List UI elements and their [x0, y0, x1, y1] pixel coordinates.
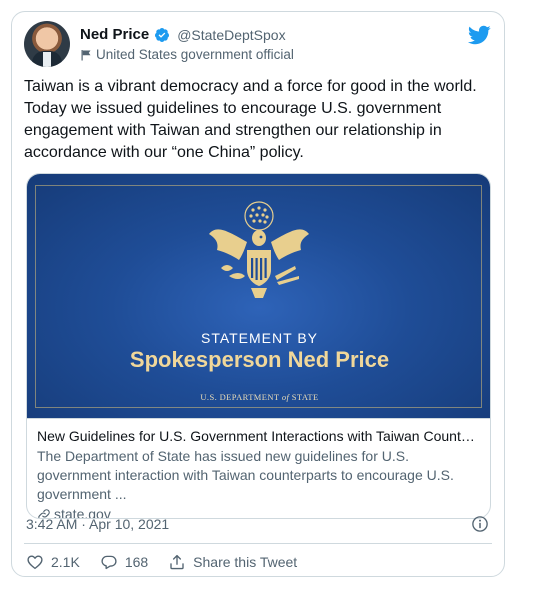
twitter-bird-icon[interactable]: [467, 23, 491, 47]
statement-label: STATEMENT BY: [200, 330, 318, 346]
author-name-row: Ned Price @StateDeptSpox: [80, 26, 286, 43]
actions-divider: [24, 543, 492, 544]
author-handle[interactable]: @StateDeptSpox: [177, 27, 285, 43]
flag-icon: [81, 49, 91, 60]
heart-icon: [27, 555, 43, 570]
share-icon: [170, 554, 184, 570]
share-label: Share this Tweet: [193, 554, 298, 570]
statement-name: Spokesperson Ned Price: [129, 347, 390, 372]
reply-button[interactable]: 168: [100, 553, 148, 571]
like-count: 2.1K: [51, 554, 80, 570]
tweet-actions: 2.1K 168 Share this Tweet: [26, 553, 317, 571]
author-display-name[interactable]: Ned Price: [80, 26, 149, 43]
avatar-shirt: [43, 52, 51, 67]
verified-badge-icon: [155, 27, 170, 42]
state-department-seal-icon: [209, 201, 309, 298]
link-preview-meta[interactable]: New Guidelines for U.S. Government Inter…: [27, 418, 490, 518]
department-wordmark-suffix: STATE: [289, 392, 319, 402]
share-button[interactable]: Share this Tweet: [168, 553, 297, 571]
link-preview-card[interactable]: STATEMENT BY Spokesperson Ned Price U.S.…: [26, 173, 491, 519]
tweet-timestamp[interactable]: 3:42 AM · Apr 10, 2021: [26, 516, 169, 532]
affiliation-label: United States government official: [96, 47, 294, 62]
info-icon[interactable]: [471, 515, 489, 533]
tweet-card[interactable]: Ned Price @StateDeptSpox United States g…: [11, 11, 505, 577]
link-description: The Department of State has issued new g…: [37, 448, 454, 502]
affiliation-row: United States government official: [80, 47, 294, 62]
link-preview-image[interactable]: STATEMENT BY Spokesperson Ned Price U.S.…: [27, 174, 490, 418]
like-button[interactable]: 2.1K: [26, 553, 80, 571]
department-wordmark: U.S. DEPARTMENT of STATE: [27, 392, 490, 402]
department-wordmark-prefix: U.S. DEPARTMENT: [200, 392, 282, 402]
link-title[interactable]: New Guidelines for U.S. Government Inter…: [37, 427, 482, 446]
reply-icon: [101, 555, 117, 570]
avatar[interactable]: [24, 21, 70, 67]
reply-count: 168: [124, 554, 149, 570]
tweet-text: Taiwan is a vibrant democracy and a forc…: [24, 78, 477, 161]
